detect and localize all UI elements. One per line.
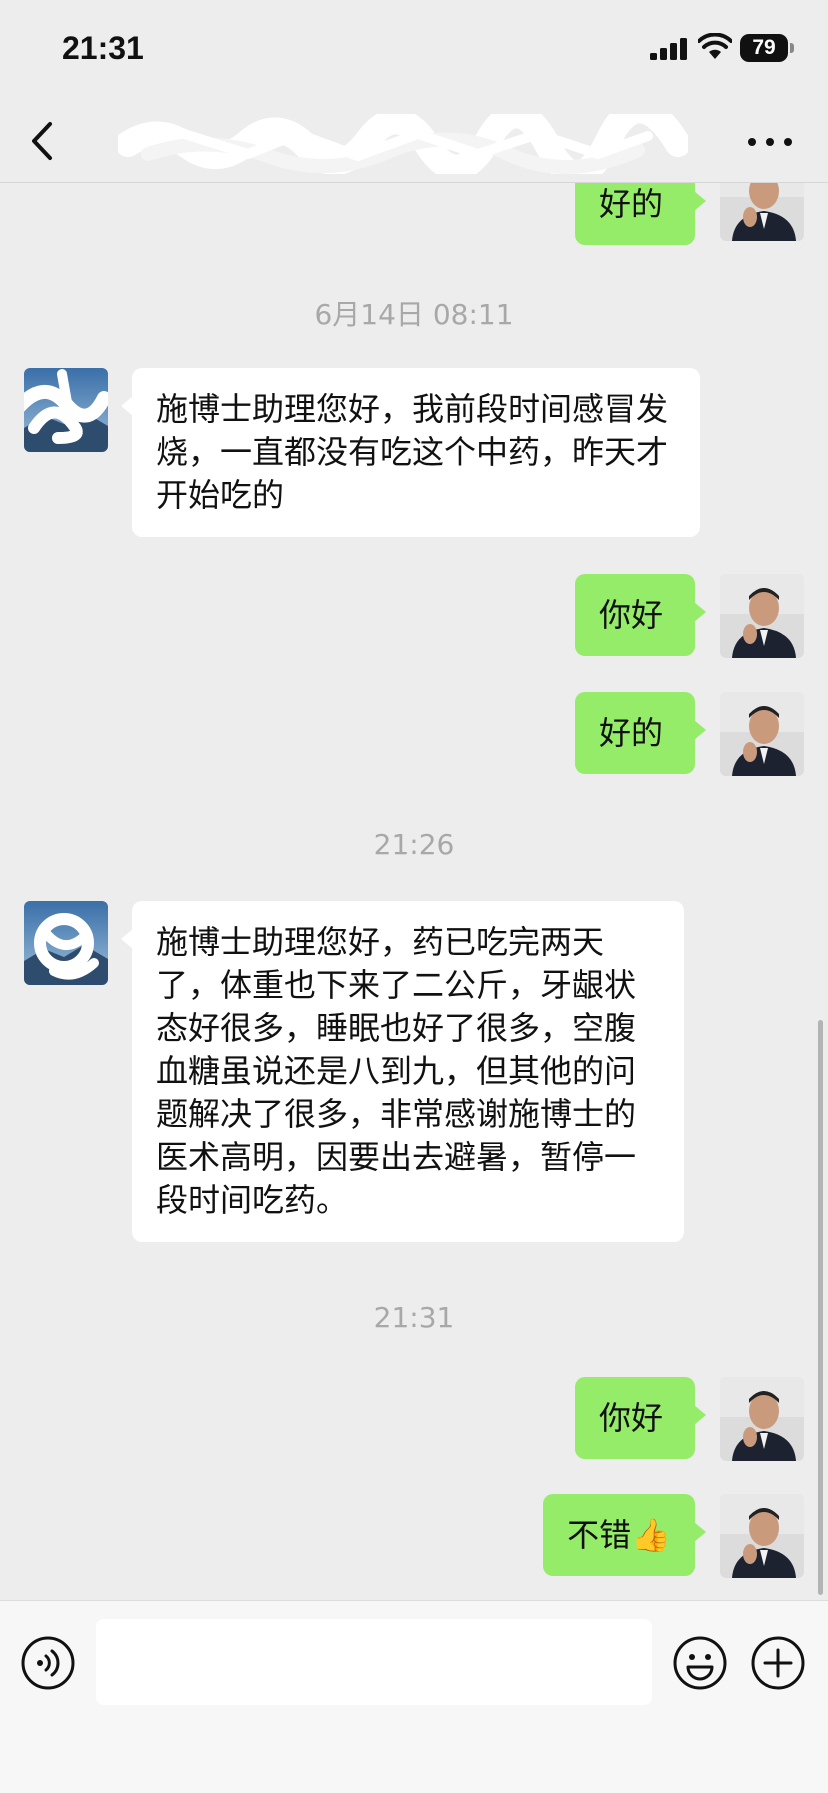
more-dots-icon[interactable]	[740, 124, 800, 160]
input-bar	[0, 1600, 828, 1793]
my-avatar[interactable]	[720, 692, 804, 776]
incoming-message[interactable]: 施博士助理您好，我前段时间感冒发烧，一直都没有吃这个中药，昨天才开始吃的	[121, 368, 700, 537]
portrait-image	[720, 183, 804, 241]
landscape-avatar-image	[24, 368, 108, 452]
incoming-message[interactable]: 施博士助理您好，药已吃完两天了，体重也下来了二公斤，牙龈状态好很多，睡眠也好了很…	[121, 901, 684, 1242]
my-avatar[interactable]	[720, 1494, 804, 1578]
battery-icon: 79	[740, 34, 788, 62]
my-avatar[interactable]	[720, 1377, 804, 1461]
chat-area[interactable]: 好的 6月14日 08:11 施博士助理您好，我前段时间感冒发烧，一直都没有吃这…	[0, 183, 828, 1599]
nav-bar	[0, 100, 828, 183]
status-bar: 21:31 79	[0, 0, 828, 100]
portrait-image	[720, 1377, 804, 1461]
message-input[interactable]	[96, 1619, 652, 1705]
landscape-avatar-image	[24, 901, 108, 985]
portrait-image	[720, 574, 804, 658]
emoji-icon[interactable]	[672, 1635, 728, 1691]
timestamp: 21:31	[373, 1301, 455, 1334]
status-time: 21:31	[62, 30, 144, 66]
outgoing-message[interactable]: 不错👍	[543, 1494, 706, 1576]
portrait-image	[720, 692, 804, 776]
chat-scrollbar[interactable]	[818, 1020, 823, 1595]
signal-icon	[650, 38, 687, 60]
battery-tip	[790, 43, 794, 53]
timestamp: 21:26	[373, 828, 455, 861]
timestamp: 6月14日 08:11	[314, 298, 514, 331]
outgoing-message[interactable]: 你好	[575, 574, 706, 656]
wifi-icon	[698, 33, 732, 59]
my-avatar[interactable]	[720, 574, 804, 658]
contact-avatar[interactable]	[24, 368, 108, 452]
thumbs-up-icon: 👍	[631, 1516, 671, 1554]
outgoing-message[interactable]: 好的	[575, 183, 706, 245]
outgoing-message[interactable]: 你好	[575, 1377, 706, 1459]
message-text: 不错	[567, 1516, 632, 1554]
contact-avatar[interactable]	[24, 901, 108, 985]
plus-icon[interactable]	[750, 1635, 806, 1691]
voice-icon[interactable]	[20, 1635, 76, 1691]
my-avatar[interactable]	[720, 183, 804, 241]
outgoing-message[interactable]: 好的	[575, 692, 706, 774]
redaction-scribble	[118, 114, 688, 174]
portrait-image	[720, 1494, 804, 1578]
back-arrow-icon[interactable]	[24, 118, 64, 164]
